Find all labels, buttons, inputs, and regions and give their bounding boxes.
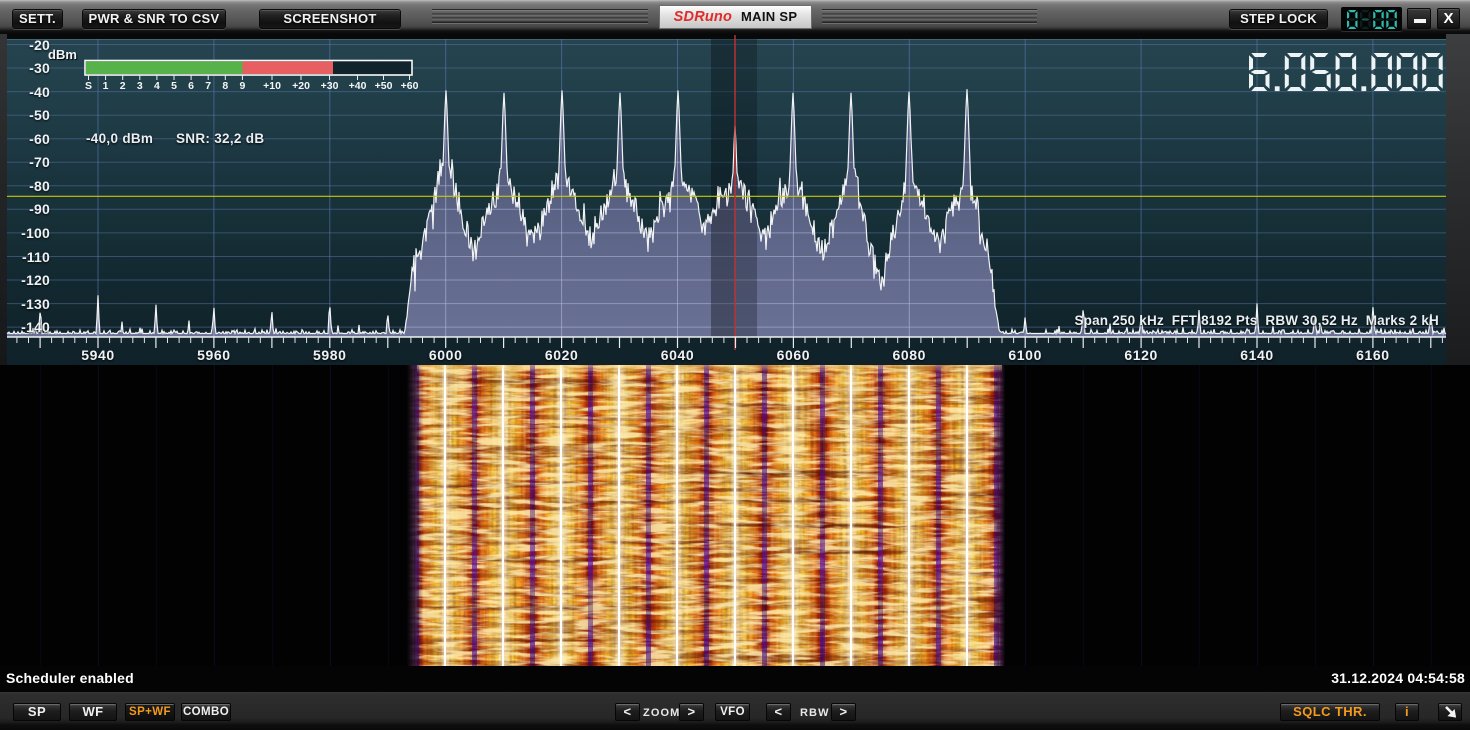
svg-text:5: 5: [171, 80, 177, 92]
svg-text:9: 9: [239, 80, 245, 92]
svg-text:3: 3: [137, 80, 143, 92]
svg-text:+50: +50: [375, 80, 393, 92]
svg-text:+60: +60: [401, 80, 419, 92]
svg-text:7: 7: [205, 80, 211, 92]
svg-text:+30: +30: [321, 80, 339, 92]
svg-text:6: 6: [188, 80, 194, 92]
svg-text:2: 2: [120, 80, 126, 92]
svg-text:S: S: [85, 80, 92, 92]
svg-text:1: 1: [103, 80, 109, 92]
svg-text:+20: +20: [292, 80, 310, 92]
svg-text:4: 4: [154, 80, 160, 92]
svg-text:+40: +40: [349, 80, 367, 92]
svg-text:8: 8: [222, 80, 228, 92]
svg-text:+10: +10: [263, 80, 281, 92]
